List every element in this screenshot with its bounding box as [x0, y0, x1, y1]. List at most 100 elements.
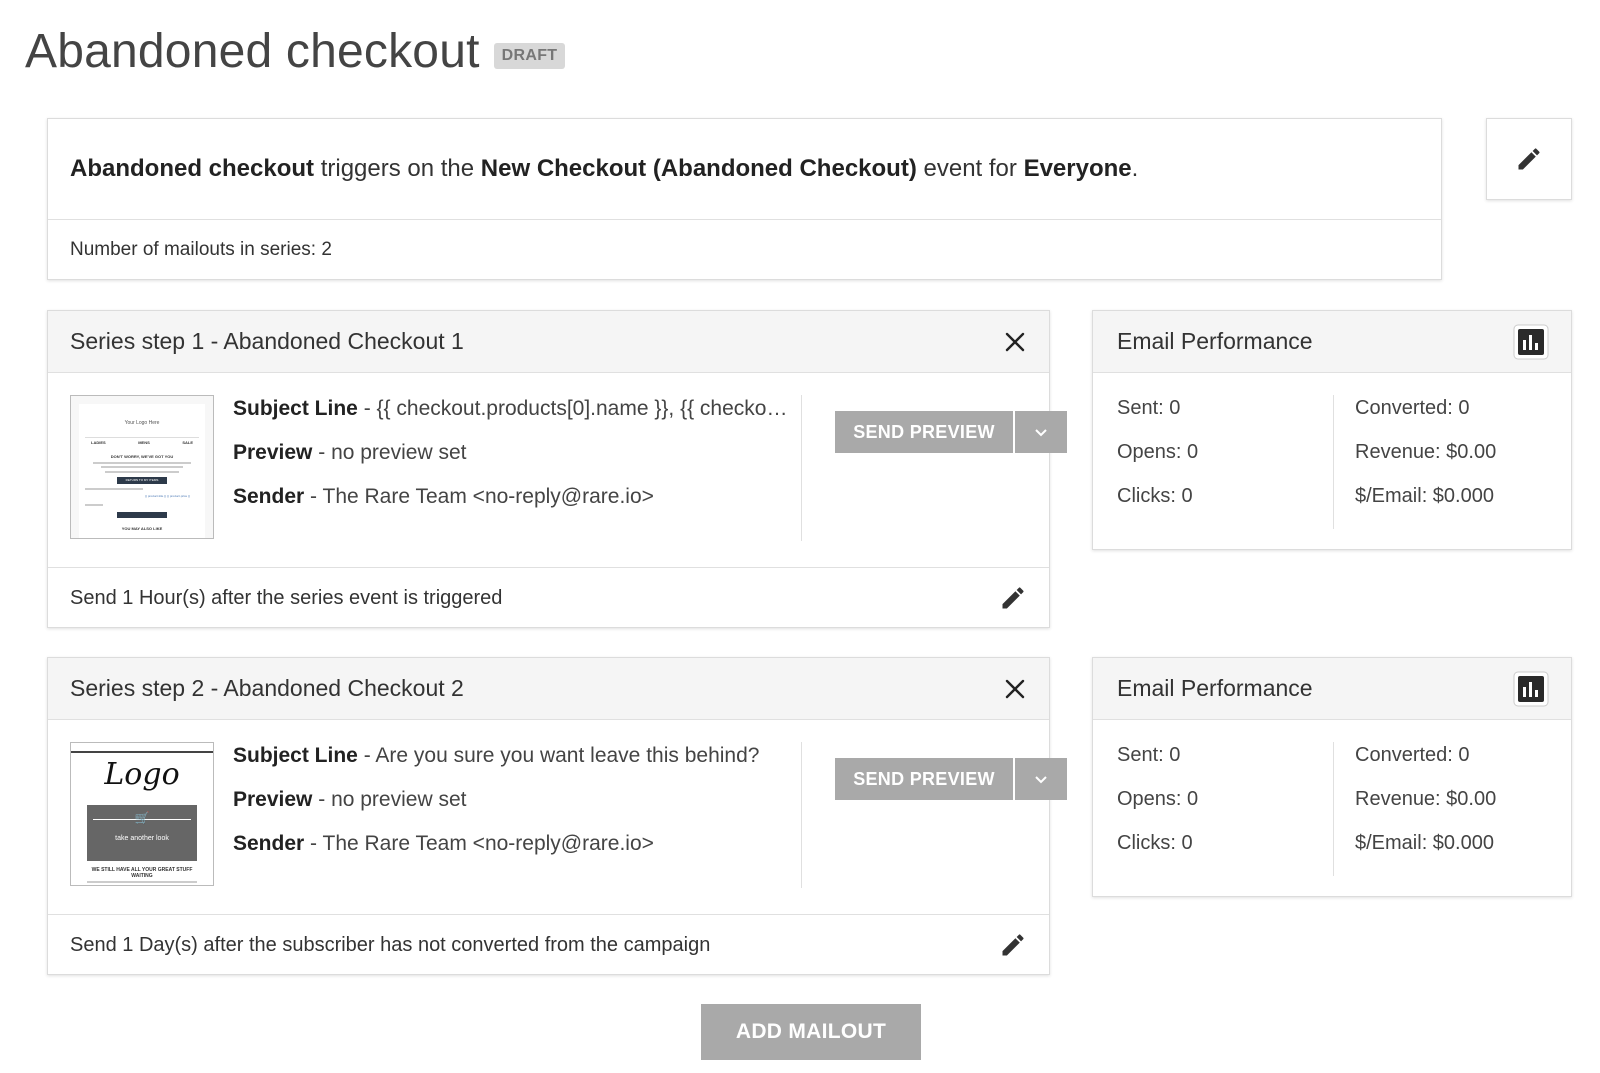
email-thumbnail[interactable]: Logo 🛒 take another look WE STILL HAVE A… [70, 742, 214, 886]
subject-value: Are you sure you want leave this behind? [375, 744, 760, 767]
series-step-header: Series step 2 - Abandoned Checkout 2 [48, 658, 1049, 720]
thumb-nav-item: LADIES [91, 440, 106, 445]
edit-series-button[interactable] [1486, 118, 1572, 200]
chevron-down-icon [1035, 429, 1047, 437]
thumb-nav-item: MENS [138, 440, 150, 445]
thumb-links: {{ product.title }} {{ product.price }} [145, 494, 191, 498]
bar-chart-icon [1513, 671, 1549, 706]
stat-sent: Sent: 0 [1117, 744, 1181, 766]
view-report-button[interactable] [1513, 671, 1549, 707]
series-step-footer: Send 1 Day(s) after the subscriber has n… [48, 915, 1049, 975]
email-performance-header: Email Performance [1093, 311, 1571, 373]
bar-chart-icon [1513, 324, 1549, 359]
send-preview-group: SEND PREVIEW [835, 758, 1067, 800]
remove-step-button[interactable] [1003, 330, 1027, 354]
email-performance-body: Sent: 0 Opens: 0 Clicks: 0 Converted: 0 … [1093, 373, 1571, 549]
sender-label: Sender [233, 832, 305, 855]
edit-timing-button[interactable] [999, 931, 1027, 959]
send-preview-dropdown[interactable] [1015, 758, 1067, 800]
email-performance-panel: Email Performance Sent: 0 Opens: 0 Click… [1092, 657, 1572, 897]
email-details: Subject Line - Are you sure you want lea… [233, 744, 793, 876]
stat-clicks: Clicks: 0 [1117, 485, 1193, 507]
period-text: . [1131, 155, 1139, 182]
series-step-body: Logo 🛒 take another look WE STILL HAVE A… [48, 720, 1067, 915]
send-preview-group: SEND PREVIEW [835, 411, 1067, 453]
stat-opens: Opens: 0 [1117, 441, 1199, 463]
thumb-cta: RETURN TO MY ITEMS [117, 477, 167, 484]
preview-line: Preview - no preview set [233, 788, 793, 811]
series-step-title: Series step 1 - Abandoned Checkout 1 [70, 328, 464, 354]
separator: - [312, 788, 332, 811]
send-preview-dropdown[interactable] [1015, 411, 1067, 453]
divider [1333, 395, 1334, 529]
edit-timing-button[interactable] [999, 584, 1027, 612]
add-mailout-button[interactable]: ADD MAILOUT [701, 1004, 921, 1060]
thumb-footer: YOU MAY ALSO LIKE [121, 526, 163, 531]
series-summary-panel: Abandoned checkout triggers on the New C… [47, 118, 1442, 280]
mailouts-count: Number of mailouts in series: 2 [70, 239, 332, 260]
email-thumbnail[interactable]: Your Logo Here LADIES MENS SALE DON'T WO… [70, 395, 214, 539]
stat-converted: Converted: 0 [1355, 397, 1470, 419]
series-step-2: Series step 2 - Abandoned Checkout 2 Log… [47, 657, 1067, 975]
perf-right-column: Converted: 0 Revenue: $0.00 $/Email: $0.… [1355, 397, 1496, 529]
series-step-body: Your Logo Here LADIES MENS SALE DON'T WO… [48, 373, 1067, 568]
send-preview-button[interactable]: SEND PREVIEW [835, 758, 1013, 800]
close-icon [1005, 332, 1025, 351]
pencil-icon [1002, 934, 1024, 956]
separator: - [304, 485, 323, 508]
subject-label: Subject Line [233, 397, 358, 420]
trigger-text: triggers on the [320, 155, 475, 182]
divider [1333, 742, 1334, 876]
subject-value: {{ checkout.products[0].name }}, {{ chec… [376, 397, 793, 420]
subject-line: Subject Line - {{ checkout.products[0].n… [233, 397, 793, 420]
pencil-icon [1518, 148, 1540, 170]
email-performance-title: Email Performance [1117, 675, 1313, 701]
subject-label: Subject Line [233, 744, 358, 767]
perf-right-column: Converted: 0 Revenue: $0.00 $/Email: $0.… [1355, 744, 1496, 876]
series-name: Abandoned checkout [70, 155, 315, 182]
preview-label: Preview [233, 788, 313, 811]
preview-value: no preview set [331, 788, 467, 811]
email-performance-header: Email Performance [1093, 658, 1571, 720]
divider [801, 395, 802, 541]
thumb-logo-text: Logo [104, 757, 180, 792]
series-step-footer: Send 1 Hour(s) after the series event is… [48, 568, 1049, 628]
stat-sent: Sent: 0 [1117, 397, 1181, 419]
preview-value: no preview set [331, 441, 467, 464]
email-details: Subject Line - {{ checkout.products[0].n… [233, 397, 793, 529]
page-header: Abandoned checkout DRAFT [25, 24, 566, 79]
subject-line: Subject Line - Are you sure you want lea… [233, 744, 793, 767]
status-badge: DRAFT [493, 42, 566, 69]
preview-label: Preview [233, 441, 313, 464]
send-timing: Send 1 Hour(s) after the series event is… [70, 586, 503, 609]
close-icon [1005, 679, 1025, 698]
view-report-button[interactable] [1513, 324, 1549, 360]
stat-converted: Converted: 0 [1355, 744, 1470, 766]
cart-icon: 🛒 [134, 811, 150, 825]
email-performance-panel: Email Performance Sent: 0 Opens: 0 Click… [1092, 310, 1572, 550]
send-preview-button[interactable]: SEND PREVIEW [835, 411, 1013, 453]
perf-left-column: Sent: 0 Opens: 0 Clicks: 0 [1117, 744, 1198, 876]
series-step-header: Series step 1 - Abandoned Checkout 1 [48, 311, 1049, 373]
divider [801, 742, 802, 888]
separator: - [357, 397, 377, 420]
stat-per-email: $/Email: $0.000 [1355, 485, 1494, 507]
sender-label: Sender [233, 485, 305, 508]
trigger-event: New Checkout (Abandoned Checkout) [480, 155, 917, 182]
perf-left-column: Sent: 0 Opens: 0 Clicks: 0 [1117, 397, 1198, 529]
separator: - [304, 832, 323, 855]
stat-opens: Opens: 0 [1117, 788, 1199, 810]
pencil-icon [1002, 587, 1024, 609]
email-performance-title: Email Performance [1117, 328, 1313, 354]
remove-step-button[interactable] [1003, 677, 1027, 701]
thumb-heading: DON'T WORRY, WE'VE GOT YOU [110, 454, 174, 459]
series-step-title: Series step 2 - Abandoned Checkout 2 [70, 675, 464, 701]
separator: - [357, 744, 376, 767]
event-for-text: event for [923, 155, 1017, 182]
separator: - [312, 441, 332, 464]
stat-revenue: Revenue: $0.00 [1355, 788, 1497, 810]
stat-revenue: Revenue: $0.00 [1355, 441, 1497, 463]
thumb-logo-text: Your Logo Here [124, 420, 160, 426]
sender-line: Sender - The Rare Team <no-reply@rare.io… [233, 832, 793, 855]
preview-line: Preview - no preview set [233, 441, 793, 464]
